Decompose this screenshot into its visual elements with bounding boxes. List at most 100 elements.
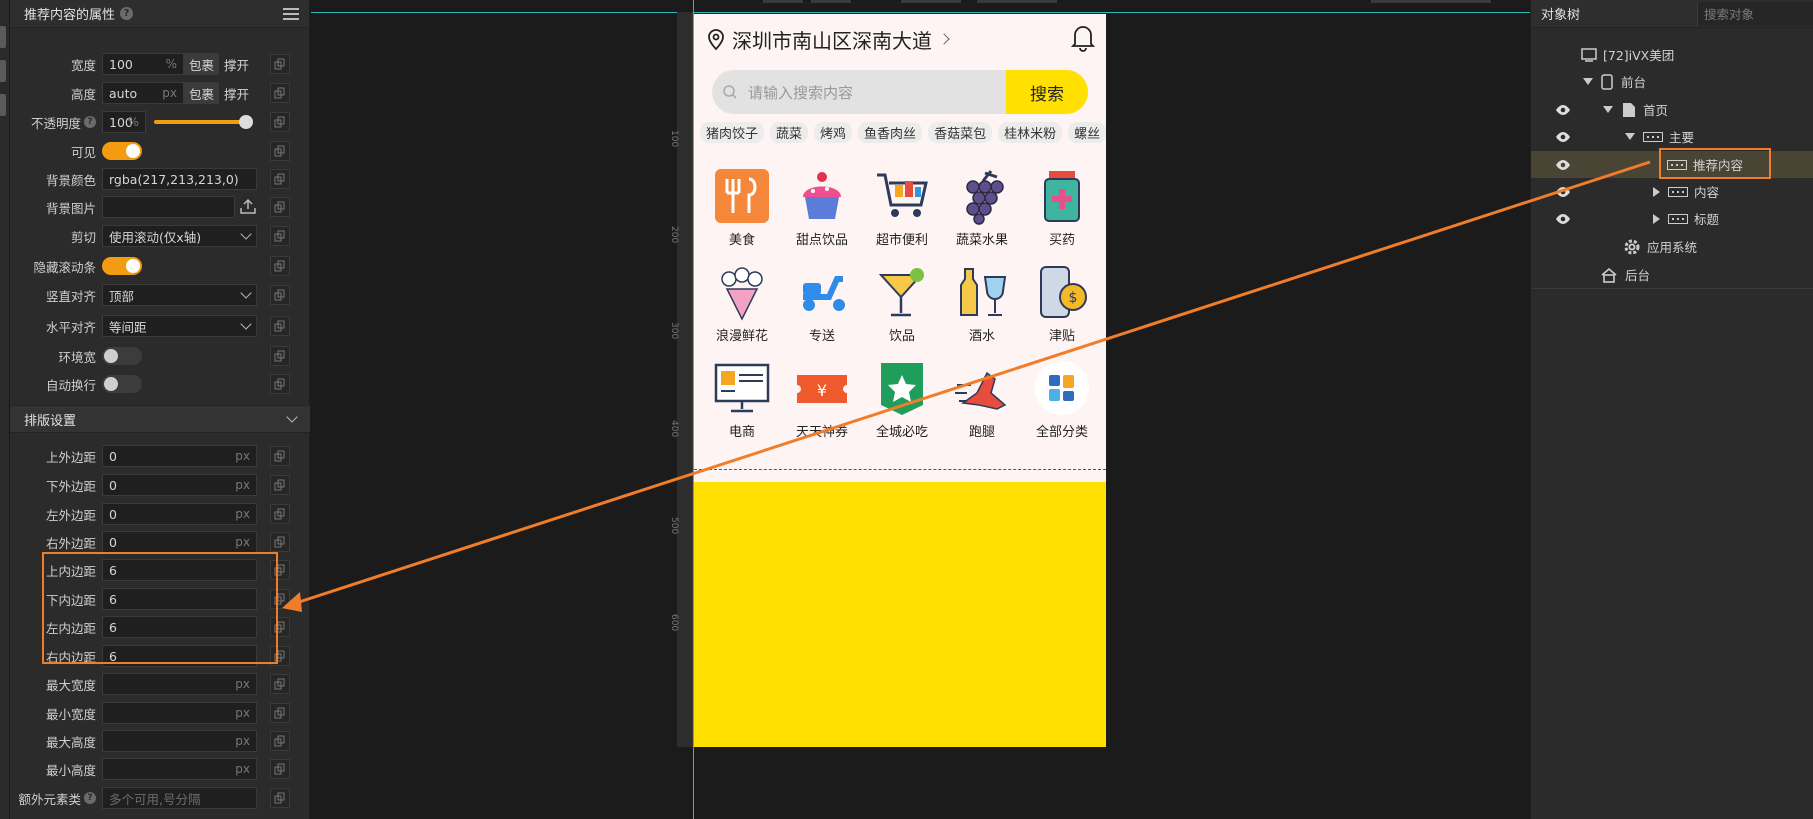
tag-item[interactable]: 蔬菜	[770, 122, 809, 143]
wrap-width-toggle[interactable]	[102, 347, 142, 365]
eye-icon[interactable]	[1555, 104, 1571, 116]
collapsed-triangle-icon[interactable]	[1653, 213, 1660, 224]
tree-node-content[interactable]: 内容	[1531, 178, 1813, 205]
object-search-input[interactable]: 搜索对象	[1697, 1, 1813, 26]
margin-top-input[interactable]: 0 px	[102, 445, 257, 467]
link-icon[interactable]	[270, 446, 290, 466]
expand-triangle-icon[interactable]	[1583, 78, 1593, 85]
eye-icon[interactable]	[1555, 186, 1571, 198]
link-icon[interactable]	[270, 83, 290, 103]
link-icon[interactable]	[270, 475, 290, 495]
hide-scrollbar-toggle[interactable]	[102, 257, 142, 275]
tag-item[interactable]: 烤鸡	[814, 122, 853, 143]
height-wrap-option[interactable]: 包裹	[184, 82, 220, 104]
category-item[interactable]: $ 津贴	[1022, 262, 1102, 350]
bg-color-input[interactable]: rgba(217,213,213,0)	[102, 168, 257, 190]
tree-node-app-system[interactable]: 应用系统	[1531, 233, 1813, 260]
category-item[interactable]: 专送	[782, 262, 862, 350]
margin-left-input[interactable]: 0 px	[102, 503, 257, 525]
category-item[interactable]: 酒水	[942, 262, 1022, 350]
eye-icon[interactable]	[1555, 213, 1571, 225]
tree-node-title[interactable]: 标题	[1531, 205, 1813, 232]
tree-node-backend[interactable]: 后台	[1531, 261, 1813, 288]
expand-triangle-icon[interactable]	[1603, 106, 1613, 113]
tag-item[interactable]: 猪肉饺子	[700, 122, 765, 143]
extra-class-input[interactable]: 多个可用,号分隔	[102, 787, 257, 809]
link-icon[interactable]	[270, 374, 290, 394]
help-icon[interactable]: ?	[120, 7, 134, 20]
link-icon[interactable]	[270, 54, 290, 74]
max-height-input[interactable]: px	[102, 730, 257, 752]
category-item[interactable]: 电商	[702, 358, 782, 446]
link-icon[interactable]	[270, 256, 290, 276]
link-icon[interactable]	[270, 169, 290, 189]
margin-bottom-input[interactable]: 0 px	[102, 474, 257, 496]
link-icon[interactable]	[270, 141, 290, 161]
link-icon[interactable]	[270, 532, 290, 552]
opacity-input[interactable]: 100%	[102, 111, 146, 133]
category-item[interactable]: 全部分类	[1022, 358, 1102, 446]
auto-wrap-toggle[interactable]	[102, 375, 142, 393]
category-item[interactable]: 浪漫鲜花	[702, 262, 782, 350]
hamburger-menu-icon[interactable]	[283, 7, 299, 20]
link-icon[interactable]	[270, 285, 290, 305]
location-bar[interactable]: 深圳市南山区深南大道	[706, 24, 950, 54]
halign-select[interactable]: 等间距	[102, 315, 257, 337]
visible-toggle[interactable]	[102, 142, 142, 160]
tag-item[interactable]: 鱼香肉丝	[858, 122, 923, 143]
width-input[interactable]: 100%	[102, 53, 184, 75]
search-input[interactable]: 请输入搜索内容	[748, 82, 1006, 103]
link-icon[interactable]	[270, 674, 290, 694]
eye-icon[interactable]	[1555, 159, 1571, 171]
link-icon[interactable]	[270, 731, 290, 751]
category-item[interactable]: ¥ 天天神券	[782, 358, 862, 446]
collapsed-triangle-icon[interactable]	[1653, 186, 1660, 197]
tree-node-homepage[interactable]: 首页	[1531, 96, 1813, 123]
link-icon[interactable]	[270, 112, 290, 132]
clip-select[interactable]: 使用滚动(仅x轴)	[102, 225, 257, 247]
tag-item[interactable]: 桂林米粉	[998, 122, 1063, 143]
opacity-slider[interactable]	[154, 115, 253, 129]
min-height-input[interactable]: px	[102, 758, 257, 780]
height-stretch-option[interactable]: 撑开	[219, 82, 254, 104]
toolbar-tab[interactable]	[0, 60, 6, 82]
tag-item[interactable]: 香菇菜包	[928, 122, 993, 143]
link-icon[interactable]	[270, 316, 290, 336]
category-item[interactable]: 蔬菜水果	[942, 166, 1022, 254]
toolbar-tab[interactable]	[0, 26, 6, 48]
link-icon[interactable]	[270, 759, 290, 779]
upload-icon[interactable]	[239, 197, 257, 218]
search-button[interactable]: 搜索	[1006, 70, 1088, 114]
help-icon[interactable]: ?	[84, 792, 96, 804]
tag-item[interactable]: 螺丝	[1068, 122, 1106, 143]
toolbar-tab[interactable]	[0, 94, 6, 116]
layout-section-header[interactable]: 排版设置	[10, 405, 310, 433]
category-item[interactable]: 甜点饮品	[782, 166, 862, 254]
expand-triangle-icon[interactable]	[1625, 133, 1635, 140]
bg-image-input[interactable]	[102, 196, 235, 218]
link-icon[interactable]	[270, 504, 290, 524]
eye-icon[interactable]	[1555, 131, 1571, 143]
width-stretch-option[interactable]: 撑开	[219, 53, 254, 75]
category-item[interactable]: 买药	[1022, 166, 1102, 254]
category-item[interactable]: 跑腿	[942, 358, 1022, 446]
min-width-input[interactable]: px	[102, 702, 257, 724]
link-icon[interactable]	[270, 226, 290, 246]
category-item[interactable]: 超市便利	[862, 166, 942, 254]
tree-node-main[interactable]: 主要	[1531, 123, 1813, 150]
height-input[interactable]: auto px	[102, 82, 184, 104]
max-width-input[interactable]: px	[102, 673, 257, 695]
link-icon[interactable]	[270, 703, 290, 723]
category-item[interactable]: 饮品	[862, 262, 942, 350]
design-canvas[interactable]: 100 200 300 400 500 600 深圳市南山区深南大道 请输入搜索…	[311, 0, 1530, 819]
tree-node-frontend[interactable]: 前台	[1531, 68, 1813, 95]
link-icon[interactable]	[270, 346, 290, 366]
width-wrap-option[interactable]: 包裹	[184, 53, 220, 75]
help-icon[interactable]: ?	[84, 116, 96, 128]
link-icon[interactable]	[270, 197, 290, 217]
link-icon[interactable]	[270, 788, 290, 808]
category-item[interactable]: 全城必吃	[862, 358, 942, 446]
margin-right-input[interactable]: 0 px	[102, 531, 257, 553]
bell-icon[interactable]	[1070, 22, 1096, 52]
category-item[interactable]: 美食	[702, 166, 782, 254]
